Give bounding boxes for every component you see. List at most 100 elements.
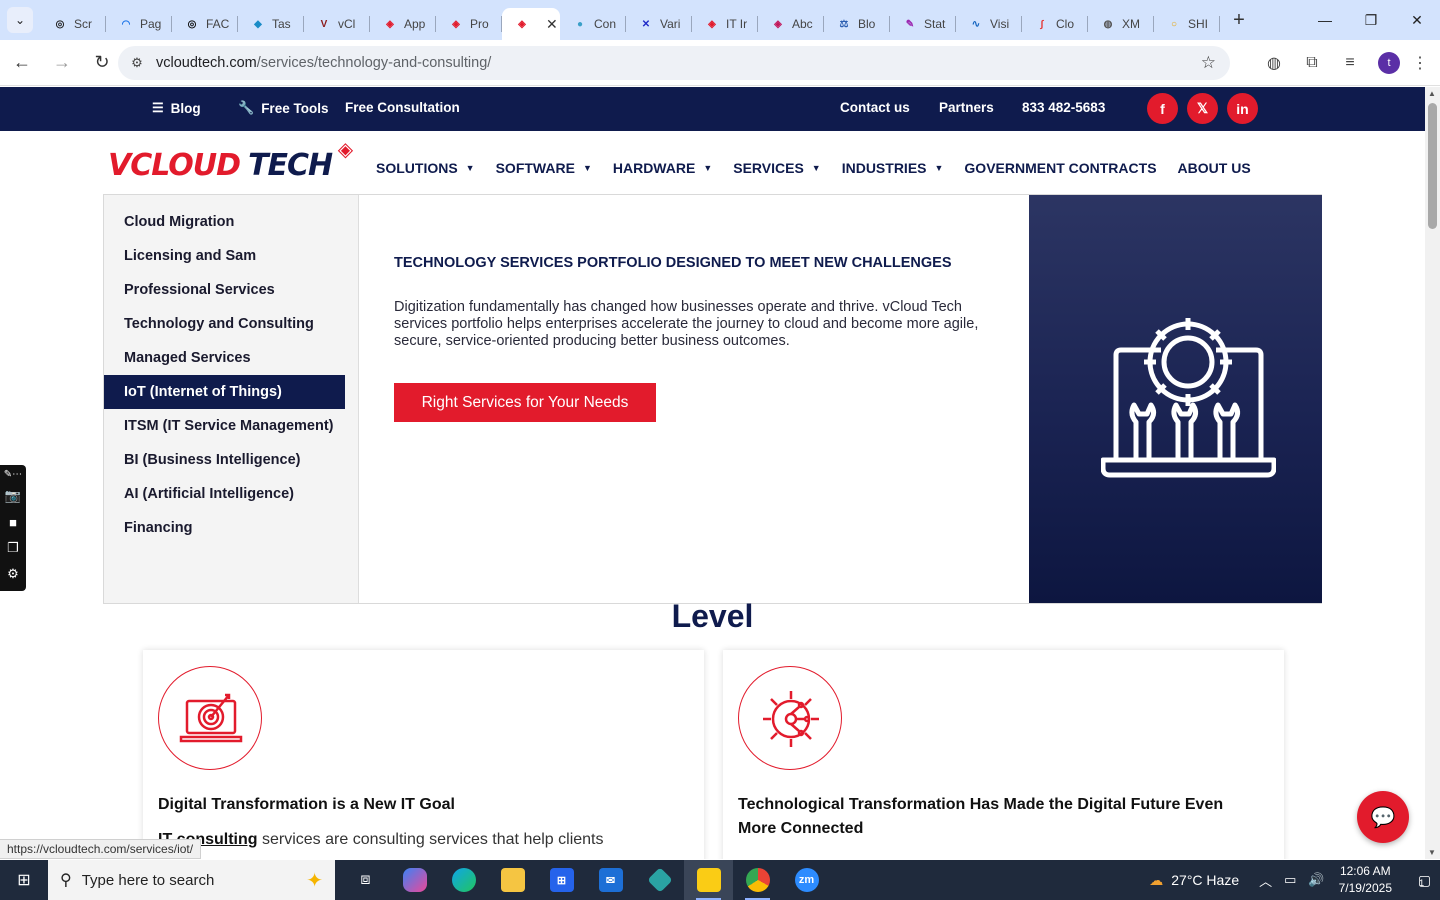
browser-tab[interactable]: ✎ Stat [890,8,956,40]
services-list-item[interactable]: ITSM (IT Service Management) [104,409,345,443]
mail-icon[interactable]: ✉ [586,860,635,900]
browser-tab[interactable]: ◠ Pag [106,8,172,40]
phone-label: 833 482-5683 [1022,100,1106,115]
task-view-icon[interactable]: ⧈ [341,860,390,900]
browser-tab[interactable]: ◎ Scr [40,8,106,40]
network-icon[interactable]: ▭ [1284,872,1296,888]
back-button[interactable]: ← [4,45,40,81]
reload-button[interactable]: ↻ [84,45,120,81]
browser-tab[interactable]: ◈ Abc [758,8,824,40]
card-body-text: services are consulting services that he… [257,831,604,848]
chat-widget-button[interactable]: 💬 [1357,791,1409,843]
gallery-icon[interactable]: ❐ [0,535,26,561]
card-icon-circle [158,666,262,770]
copilot-icon[interactable] [390,860,439,900]
page-scrollbar[interactable]: ▲ ▼ [1425,87,1440,859]
vcloud-tech-logo[interactable]: V CLOUD TECH ◈ [108,137,353,183]
services-list-item[interactable]: AI (Artificial Intelligence) [104,477,345,511]
profile-avatar[interactable]: t [1378,52,1400,74]
close-window-button[interactable]: ✕ [1394,0,1440,40]
logo-diamond-icon: ◈ [337,137,353,161]
services-list-item[interactable]: Managed Services [104,341,345,375]
zoom-icon[interactable]: zm [782,860,831,900]
more-options-icon[interactable]: ✎⋯ [0,465,26,483]
app-diamond-icon[interactable] [635,860,684,900]
blog-link[interactable]: ☰ Blog [152,100,201,116]
file-explorer-icon[interactable] [488,860,537,900]
gear-network-icon [763,691,819,747]
browser-tab[interactable]: ○ SHI [1154,8,1220,40]
services-list-item[interactable]: Cloud Migration [104,205,345,239]
scroll-up-arrow-icon[interactable]: ▲ [1428,89,1436,98]
page-viewport: ☰ Blog 🔧 Free Tools Free Consultation Cont… [0,87,1425,859]
services-list-item[interactable]: Financing [104,511,345,545]
browser-tab[interactable]: ⚖ Blo [824,8,890,40]
chevron-up-icon[interactable]: ︿ [1259,871,1272,890]
volume-icon[interactable]: 🔊 [1308,872,1324,888]
maximize-button[interactable]: ❐ [1348,0,1394,40]
minimize-button[interactable]: — [1302,0,1348,40]
taskbar-search-box[interactable]: ⚲ Type here to search ✦ [48,860,335,900]
browser-tab[interactable]: ◆ Tas [238,8,304,40]
browser-tab[interactable]: ∿ Visi [956,8,1022,40]
browser-tab[interactable]: ◈ App [370,8,436,40]
tab-title: Clo [1056,17,1075,31]
video-icon[interactable]: ■ [0,509,26,535]
nav-item-solutions[interactable]: SOLUTIONS ▼ [376,160,475,176]
microsoft-store-icon[interactable]: ⊞ [537,860,586,900]
translate-icon[interactable]: ◍ [1256,45,1292,81]
browser-tab[interactable]: ∫ Clo [1022,8,1088,40]
scroll-down-arrow-icon[interactable]: ▼ [1428,848,1436,857]
weather-widget[interactable]: ☁ 27°C Haze [1141,872,1239,889]
nav-item-industries[interactable]: INDUSTRIES ▼ [842,160,944,176]
new-tab-button[interactable]: + [1224,5,1254,35]
notification-center-button[interactable]: ▢ 1 [1406,860,1436,900]
services-list-item[interactable]: Technology and Consulting [104,307,345,341]
free-consultation-link[interactable]: Free Consultation [345,100,460,115]
nav-item-software[interactable]: SOFTWARE ▼ [496,160,592,176]
browser-tab[interactable]: ✕ Vari [626,8,692,40]
browser-tab[interactable]: VvCl [304,8,370,40]
site-info-icon[interactable]: ⚙ [118,55,156,71]
search-placeholder: Type here to search [81,871,215,889]
nav-item-hardware[interactable]: HARDWARE ▼ [613,160,712,176]
contact-link[interactable]: Contact us [840,100,910,115]
services-list-item[interactable]: IoT (Internet of Things) [104,375,345,409]
phone-link[interactable]: 833 482-5683 [1022,100,1105,115]
windows-start-button[interactable]: ⊞ [0,860,48,900]
sticky-notes-icon[interactable] [684,860,733,900]
nav-item-about-us[interactable]: ABOUT US [1178,160,1251,176]
address-bar[interactable]: ⚙ vcloudtech.com/services/technology-and… [118,46,1230,80]
browser-tab[interactable]: ◎ FAC [172,8,238,40]
browser-menu-icon[interactable]: ⋮ [1402,45,1438,81]
tab-search-button[interactable]: ⌄ [0,0,40,40]
forward-button[interactable]: → [44,45,80,81]
bookmark-star-icon[interactable]: ☆ [1201,53,1216,73]
services-list-item[interactable]: BI (Business Intelligence) [104,443,345,477]
services-list-item[interactable]: Licensing and Sam [104,239,345,273]
nav-item-services[interactable]: SERVICES ▼ [733,160,820,176]
browser-tab[interactable]: ◍ XM [1088,8,1154,40]
browser-tab[interactable]: ◈ IT Ir [692,8,758,40]
linkedin-icon[interactable]: in [1227,93,1258,124]
partners-link[interactable]: Partners [939,100,994,115]
media-control-icon[interactable]: ≡ [1332,45,1368,81]
browser-tab[interactable]: ● Con [560,8,626,40]
extensions-icon[interactable]: ⧉ [1294,45,1330,81]
link-status-bar: https://vcloudtech.com/services/iot/ [0,839,202,859]
nav-item-government-contracts[interactable]: GOVERNMENT CONTRACTS [964,160,1156,176]
facebook-icon[interactable]: f [1147,93,1178,124]
edge-icon[interactable] [439,860,488,900]
services-list-item[interactable]: Professional Services [104,273,345,307]
settings-gear-icon[interactable]: ⚙ [0,561,26,587]
free-tools-link[interactable]: 🔧 Free Tools [238,100,328,116]
close-tab-icon[interactable]: ✕ [546,16,558,33]
taskbar-clock[interactable]: 12:06 AM 7/19/2025 [1339,863,1392,897]
browser-tab[interactable]: ◈ Pro [436,8,502,40]
chrome-icon[interactable] [733,860,782,900]
x-twitter-icon[interactable]: 𝕏 [1187,93,1218,124]
browser-tab[interactable]: ◈ ✕ [502,8,560,40]
right-services-button[interactable]: Right Services for Your Needs [394,383,656,422]
scrollbar-thumb[interactable] [1428,103,1437,229]
camera-icon[interactable]: 📷 [0,483,26,509]
